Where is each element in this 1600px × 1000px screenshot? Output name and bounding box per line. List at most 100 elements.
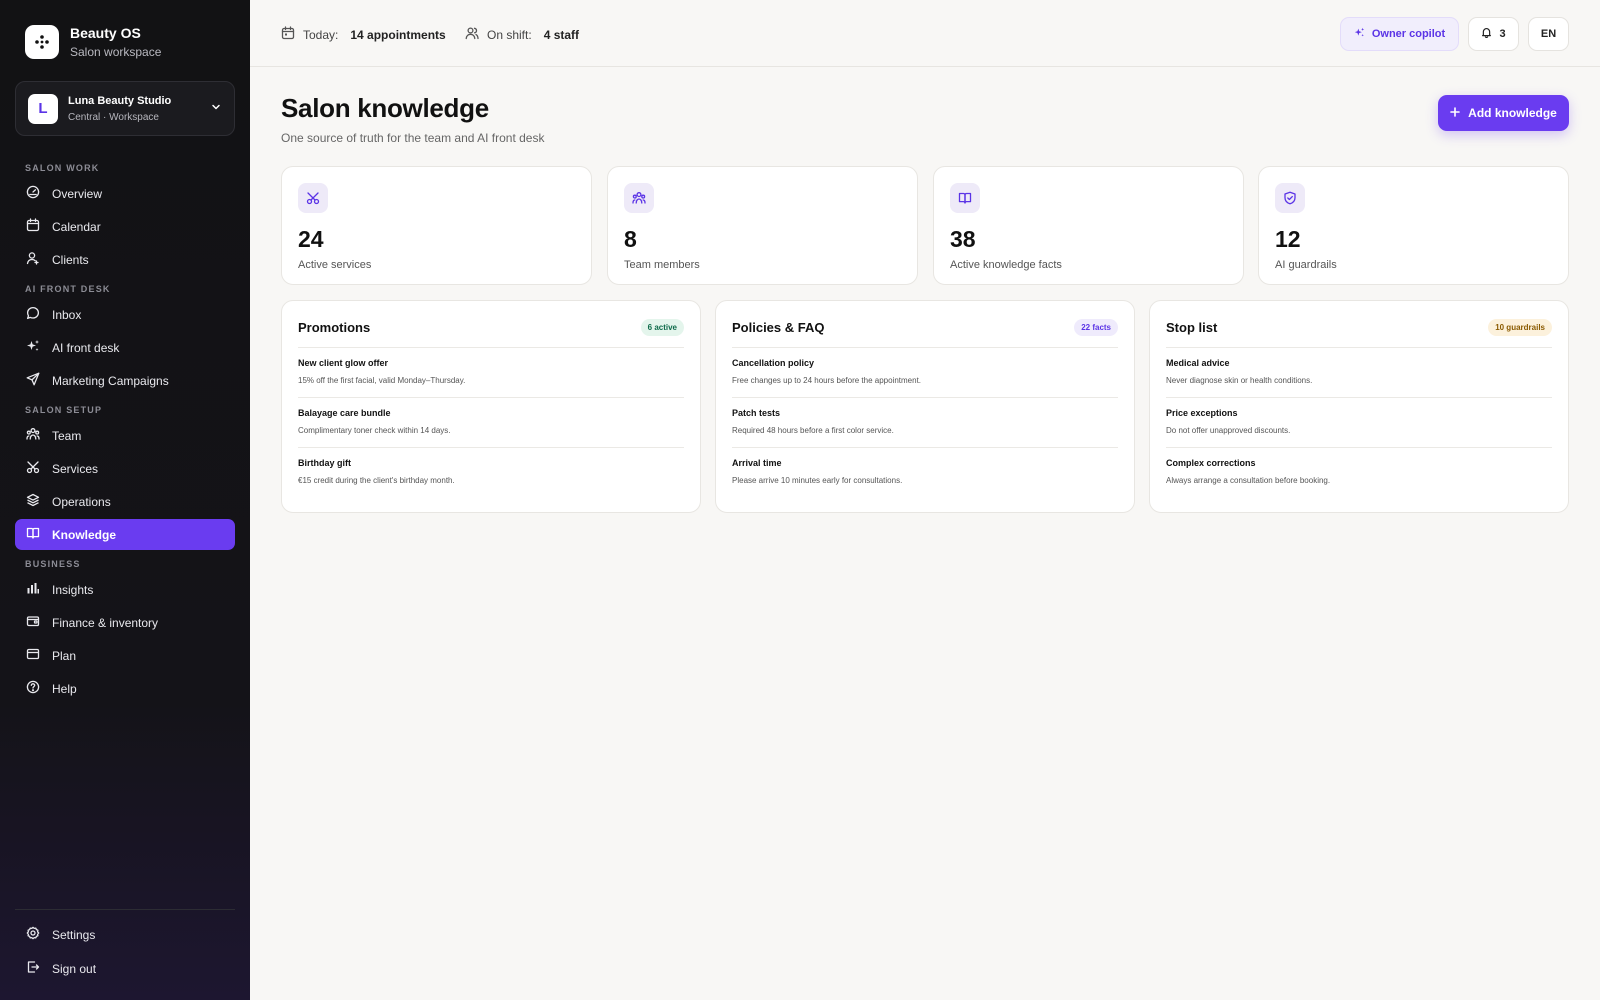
item-title: Arrival time [732,458,782,468]
team-icon [26,427,40,444]
bar-chart-icon [26,581,40,598]
stat-value: 8 [624,226,637,252]
plus-icon [1450,106,1460,120]
sidebar-item-label: Finance & inventory [52,615,159,630]
item-description: Free changes up to 24 hours before the a… [732,376,922,385]
status-badge: 22 facts [1074,318,1118,336]
list-item[interactable]: New client glow offer 15% off the first … [298,348,684,398]
promotions-card: Promotions 6 active New client glow offe… [281,300,701,513]
scissors-icon [26,460,40,477]
sidebar-item-label: Plan [52,648,77,663]
book-icon [26,526,40,543]
notifications-button[interactable]: 3 [1468,17,1519,51]
item-description: Always arrange a consultation before boo… [1166,476,1331,485]
workspace-avatar: L [28,93,58,124]
topbar: Today: 14 appointments On shift: 4 staff… [250,0,1600,67]
item-description: €15 credit during the client's birthday … [298,476,455,485]
item-description: 15% off the first facial, valid Monday–T… [298,376,466,385]
stop-list-card: Stop list 10 guardrails Medical advice N… [1149,300,1569,513]
item-title: Balayage care bundle [298,408,391,418]
sidebar-item-label: Calendar [52,219,101,234]
sidebar-item-clients[interactable]: Clients [15,244,235,275]
sidebar-item-label: Clients [52,252,89,267]
nav-section-salon-setup: SALON SETUP [25,405,103,415]
card-icon [26,647,40,664]
stat-label: Active knowledge facts [950,259,1062,271]
team-icon [624,183,654,213]
sidebar-item-label: Overview [52,186,103,201]
shift-label: On shift: [487,27,532,42]
page-title: Salon knowledge [281,93,489,123]
sidebar-item-label: Marketing Campaigns [52,373,169,388]
sidebar-item-operations[interactable]: Operations [15,486,235,517]
add-knowledge-label: Add knowledge [1468,106,1557,120]
stat-label: Active services [298,259,372,271]
list-item[interactable]: Balayage care bundle Complimentary toner… [298,398,684,448]
sidebar-item-marketing-campaigns[interactable]: Marketing Campaigns [15,365,235,396]
owner-copilot-button[interactable]: Owner copilot [1340,17,1459,51]
list-item[interactable]: Cancellation policy Free changes up to 2… [732,348,1118,398]
add-knowledge-button[interactable]: Add knowledge [1438,95,1569,131]
chevron-down-icon [210,100,222,118]
sidebar-item-insights[interactable]: Insights [15,574,235,605]
sidebar-item-knowledge[interactable]: Knowledge [15,519,235,550]
owner-copilot-label: Owner copilot [1371,28,1446,40]
shift-value: 4 staff [543,27,580,42]
shield-check-icon [1275,183,1305,213]
list-item[interactable]: Patch tests Required 48 hours before a f… [732,398,1118,448]
sidebar-item-inbox[interactable]: Inbox [15,299,235,330]
list-item[interactable]: Arrival time Please arrive 10 minutes ea… [732,448,1118,498]
stat-card-active-services: 24 Active services [281,166,592,285]
list-item[interactable]: Complex corrections Always arrange a con… [1166,448,1552,498]
stat-card-team-members: 8 Team members [607,166,918,285]
workspace-switcher[interactable]: L Luna Beauty Studio Central · Workspace [15,81,235,136]
brand-subtitle: Salon workspace [70,45,162,59]
item-description: Complimentary toner check within 14 days… [298,426,451,435]
sidebar-item-label: AI front desk [52,340,120,355]
logout-icon [26,960,40,977]
list-item[interactable]: Birthday gift €15 credit during the clie… [298,448,684,498]
item-title: Medical advice [1166,358,1230,368]
sidebar-item-label: Insights [52,582,94,597]
users-icon [465,26,479,43]
sidebar-item-label: Help [52,681,77,696]
brand: Beauty OS Salon workspace [25,25,161,59]
workspace-name: Luna Beauty Studio [68,94,172,107]
language-button[interactable]: EN [1528,17,1569,51]
list-item[interactable]: Medical advice Never diagnose skin or he… [1166,348,1552,398]
stat-card-ai-guardrails: 12 AI guardrails [1258,166,1569,285]
user-icon [26,251,40,268]
sidebar-item-finance-inventory[interactable]: Finance & inventory [15,607,235,638]
sidebar-item-team[interactable]: Team [15,420,235,451]
list-item[interactable]: Price exceptions Do not offer unapproved… [1166,398,1552,448]
sidebar-item-calendar[interactable]: Calendar [15,211,235,242]
sidebar-item-settings[interactable]: Settings [15,919,235,950]
sidebar-item-help[interactable]: Help [15,673,235,704]
today-label: Today: [303,27,339,42]
item-description: Required 48 hours before a first color s… [732,426,894,435]
sidebar-item-label: Sign out [52,961,97,976]
status-badge: 6 active [640,318,684,336]
calendar-icon [26,218,40,235]
sidebar-item-sign-out[interactable]: Sign out [15,953,235,984]
on-shift-staff: On shift: 4 staff [465,26,579,43]
sparkles-icon [1354,27,1365,41]
sidebar-item-services[interactable]: Services [15,453,235,484]
item-title: Patch tests [732,408,781,418]
scissors-icon [298,183,328,213]
sidebar-item-label: Operations [52,494,111,509]
sidebar: Beauty OS Salon workspace L Luna Beauty … [0,0,250,1000]
help-icon [26,680,40,697]
item-title: Birthday gift [298,458,351,468]
layers-icon [26,493,40,510]
stat-card-knowledge-facts: 38 Active knowledge facts [933,166,1244,285]
sidebar-divider [15,909,235,910]
sidebar-item-label: Team [52,428,82,443]
gear-icon [26,926,40,943]
stat-label: Team members [624,259,700,271]
page-subtitle: One source of truth for the team and AI … [281,131,545,145]
brand-logo-icon [25,25,59,59]
sidebar-item-ai-front-desk[interactable]: AI front desk [15,332,235,363]
sidebar-item-overview[interactable]: Overview [15,178,235,209]
sidebar-item-plan[interactable]: Plan [15,640,235,671]
